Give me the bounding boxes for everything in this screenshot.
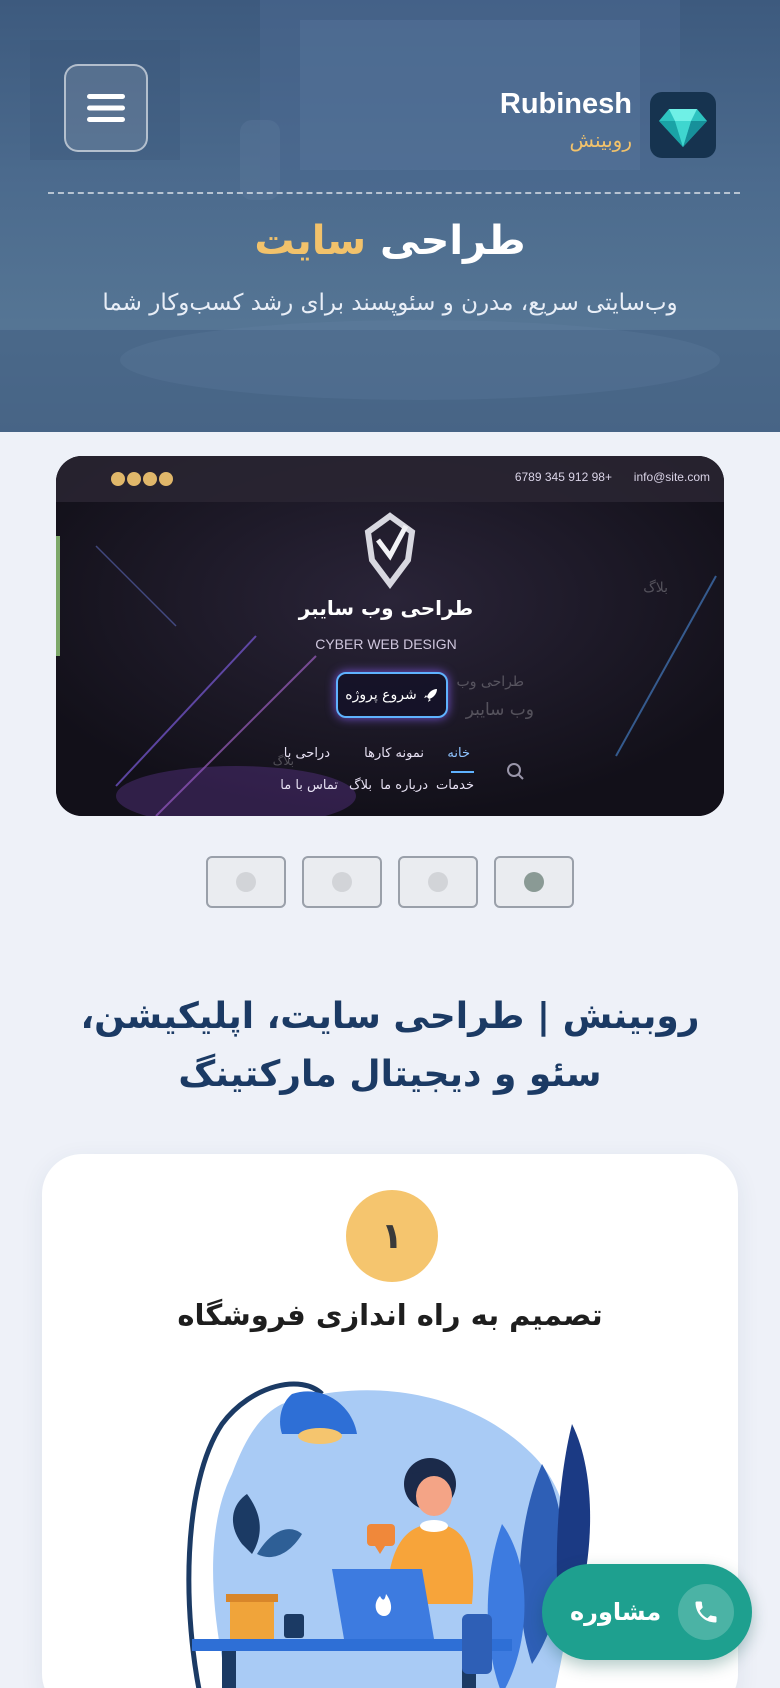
slide-nav-item: بلاگ <box>348 778 372 793</box>
slider-dot-active[interactable] <box>494 856 574 908</box>
dot-indicator <box>524 872 544 892</box>
slide-title: طراحی وب سایبر <box>298 596 474 620</box>
slider-dot[interactable] <box>302 856 382 908</box>
title-main: طراحی <box>380 218 526 264</box>
title-accent: سایت <box>254 218 367 264</box>
slider-dot[interactable] <box>398 856 478 908</box>
slide-cta-label: شروع پروژه <box>345 687 417 703</box>
diamond-icon <box>659 109 707 147</box>
slide-nav-item: دراحی با <box>283 746 330 761</box>
phone-icon-wrapper <box>678 1584 734 1640</box>
slide-nav-item: درباره ما <box>380 778 428 793</box>
slider-dot[interactable] <box>206 856 286 908</box>
hero-divider <box>48 192 740 194</box>
step-title: تصمیم به راه اندازی فروشگاه <box>177 1298 603 1332</box>
slide-nav-item: خانه <box>447 746 470 761</box>
portfolio-slider[interactable]: +98 912 345 6789 info@site.com بلاگ طراح… <box>56 456 724 816</box>
slide-ghost-text: طراحی وب <box>456 674 524 690</box>
hamburger-menu-icon <box>87 94 125 122</box>
slide-ghost-text: وب سایبر <box>465 700 534 720</box>
section-heading: روبینش | طراحی سایت، اپلیکیشن، سئو و دیج… <box>80 996 700 1095</box>
dot-indicator <box>332 872 352 892</box>
slider-pagination <box>206 856 574 908</box>
slide-nav-item: تماس با ما <box>280 778 338 793</box>
slide-email: info@site.com <box>633 470 710 484</box>
slide-cta-button[interactable]: شروع پروژه <box>336 672 448 718</box>
brand-logo[interactable] <box>650 92 716 158</box>
consult-button[interactable]: مشاوره <box>542 1564 752 1660</box>
slide-ghost-text: بلاگ <box>643 580 668 596</box>
consult-label: مشاوره <box>570 1598 662 1626</box>
slide-nav-item: نمونه کارها <box>364 746 424 761</box>
brand-subtitle: روبینش <box>569 128 632 152</box>
brand-name[interactable]: Rubinesh <box>500 88 632 121</box>
hero-header: Rubinesh روبینش طراحی سایت وب‌سایتی سریع… <box>0 0 780 432</box>
rocket-icon <box>423 689 437 702</box>
phone-icon <box>695 1601 717 1623</box>
hero-description: وب‌سایتی سریع، مدرن و سئوپسند برای رشد ک… <box>102 290 678 316</box>
slide-nav-item: خدمات <box>435 778 474 793</box>
step-number: ۱ <box>346 1190 438 1282</box>
dot-indicator <box>428 872 448 892</box>
dot-indicator <box>236 872 256 892</box>
slide-phone: +98 912 345 6789 <box>514 470 612 484</box>
slide-subtitle: CYBER WEB DESIGN <box>315 636 457 652</box>
page-title: طراحی سایت <box>0 218 780 264</box>
menu-button[interactable] <box>64 64 148 152</box>
